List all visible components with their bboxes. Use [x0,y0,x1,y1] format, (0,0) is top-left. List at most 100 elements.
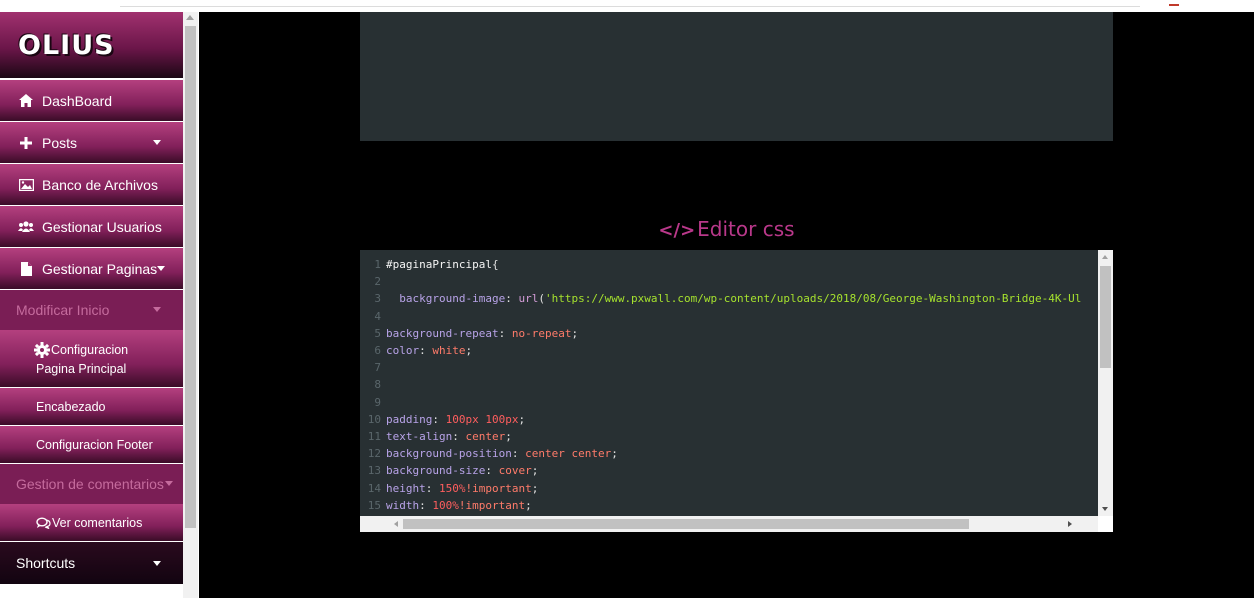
image-icon [16,178,36,191]
css-editor[interactable]: 1 #paginaPrincipal{2 3 background-image: u… [360,250,1113,532]
sidebar-group-label: Modificar Inicio [16,302,110,318]
file-icon [16,261,36,276]
line-number: 11 [367,430,381,444]
top-divider [120,6,1140,7]
sidebar-subitem-ver-comentarios[interactable]: Ver comentarios [0,504,183,542]
top-indicator [1169,4,1179,6]
sidebar-group-gestion-de-comentarios[interactable]: Gestion de comentarios [0,464,183,504]
sidebar-group-modificar-inicio[interactable]: Modificar Inicio [0,290,183,330]
sidebar-scrollbar[interactable] [183,12,198,598]
sidebar-item-label: Gestionar Usuarios [42,218,162,235]
scrollbar-corner [1098,516,1113,532]
code-line[interactable]: 3 background-image: url('https://www.pxw… [360,290,1098,307]
code-line[interactable]: 6 color: white; [360,342,1098,359]
chevron-down-icon [153,561,161,566]
code-token: : [432,412,446,426]
code-area[interactable]: 1 #paginaPrincipal{2 3 background-image: u… [360,256,1098,531]
code-line[interactable]: 9 [360,394,1098,411]
sidebar-item-banco-de-archivos[interactable]: Banco de Archivos [0,164,183,206]
chevron-down-icon [157,266,165,271]
code-token: : [425,481,439,495]
line-number: 4 [374,309,381,323]
code-token: #paginaPrincipal [386,258,492,271]
code-line[interactable]: 2 [360,273,1098,290]
sidebar-subitem-encabezado[interactable]: Encabezado [0,388,183,426]
code-token: ( [538,292,545,306]
sidebar-item-label: Posts [42,134,78,151]
code-line[interactable]: 14 height: 150% !important; [360,480,1098,497]
code-token: !important [465,481,532,495]
code-line[interactable]: 1 #paginaPrincipal{ [360,256,1098,273]
scroll-down-icon[interactable] [1102,507,1108,511]
editor-title-label: Editor css [697,217,795,241]
code-token: background-position [386,447,512,461]
code-token: : [419,344,433,358]
code-token: padding [386,412,433,426]
scrollbar-thumb[interactable] [185,26,196,528]
code-token: center [465,430,506,444]
sidebar-item-posts[interactable]: Posts [0,122,183,164]
code-token: height [386,481,426,495]
code-token: ; [525,498,532,512]
code-token: ; [531,481,539,495]
preview-panel [360,12,1113,141]
scrollbar-thumb[interactable] [1100,266,1111,368]
code-token: !important [458,498,526,512]
code-token: : [505,292,519,306]
code-token: 'https://www.pxwall.com/wp-content/uploa… [544,292,1082,306]
code-line[interactable]: 4 [360,308,1098,325]
code-line[interactable]: 13 background-size: cover; [360,462,1098,479]
code-line[interactable]: 15 width: 100% !important; [360,497,1098,514]
scroll-up-icon[interactable] [186,15,194,20]
code-line[interactable]: 8 [360,376,1098,393]
scroll-up-icon[interactable] [1102,255,1108,259]
line-number: 14 [367,481,381,495]
line-number: 2 [374,275,381,289]
comments-icon [36,517,51,529]
scroll-right-icon[interactable] [1068,521,1072,527]
sidebar-subitem-label: Pagina Principal [36,361,127,376]
code-icon: </> [658,220,696,241]
sidebar-item-shortcuts[interactable]: Shortcuts [0,542,183,584]
line-number: 1 [374,258,381,271]
code-token: ; [518,412,526,426]
editor-horizontal-scrollbar[interactable] [360,516,1098,532]
code-line[interactable]: 5 background-repeat: no-repeat; [360,325,1098,342]
sidebar-item-gestionar-paginas[interactable]: Gestionar Paginas [0,248,183,290]
line-number: 7 [374,361,381,375]
scroll-left-icon[interactable] [394,521,398,527]
code-line[interactable]: 11 text-align: center; [360,428,1098,445]
sidebar-subitem-label: Encabezado [36,399,106,414]
code-token: text-align [386,430,453,444]
sidebar: OLIUS DashBoard Posts Banco de Archivos … [0,12,183,598]
code-token: background-image [386,292,506,306]
sidebar-item-gestionar-usuarios[interactable]: Gestionar Usuarios [0,206,183,248]
chevron-down-icon [153,140,161,145]
brand-logo[interactable]: OLIUS [0,12,183,78]
code-token: : [485,464,499,478]
code-token: white [432,344,466,358]
code-token: 100px 100px [445,412,519,426]
code-token: : [452,430,466,444]
top-strip [0,0,1254,12]
scrollbar-thumb[interactable] [403,519,969,529]
code-token: width [386,498,420,512]
code-line[interactable]: 12 background-position: center center; [360,445,1098,462]
sidebar-subitem-configuracion-pagina-principal[interactable]: Configuracion Pagina Principal [0,330,183,388]
home-icon [16,94,36,107]
line-number: 10 [367,412,381,426]
editor-vertical-scrollbar[interactable] [1098,250,1113,516]
line-number: 6 [374,344,381,358]
code-line[interactable]: 7 [360,359,1098,376]
chevron-down-icon [153,307,161,312]
sidebar-subitem-configuracion-footer[interactable]: Configuracion Footer [0,426,183,464]
code-line[interactable]: 10 padding: 100px 100px; [360,411,1098,428]
editor-title: </> Editor css [199,217,1254,241]
line-number: 8 [374,378,381,392]
line-number: 3 [374,292,381,306]
code-token: ; [571,326,579,340]
sidebar-item-dashboard[interactable]: DashBoard [0,80,183,122]
code-token: { [491,258,499,271]
code-token: ; [611,447,618,461]
sidebar-subitem-label: Ver comentarios [52,515,143,530]
